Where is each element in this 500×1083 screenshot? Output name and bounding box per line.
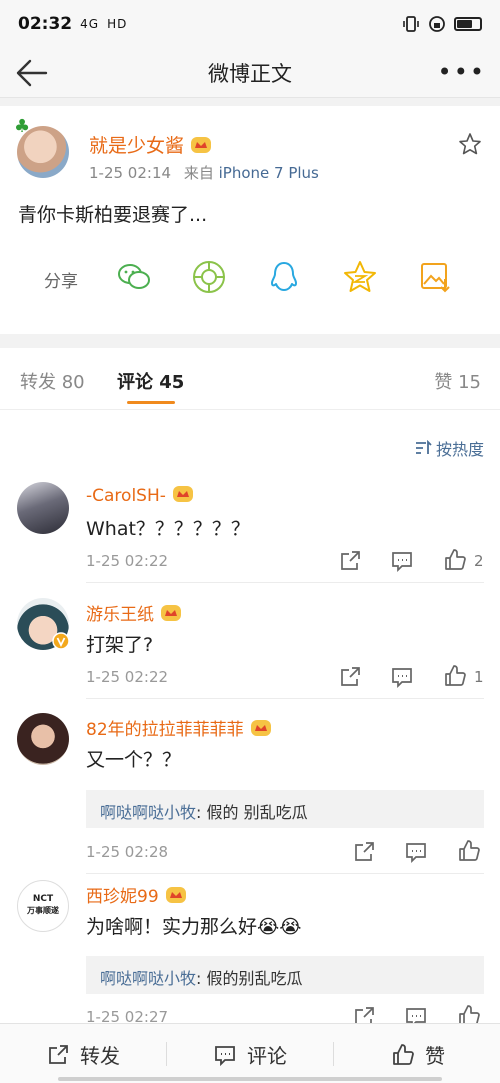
more-icon[interactable]: ••• [438,58,486,86]
vip-crown-icon [165,887,186,903]
comment-time: 1-25 02:22 [86,552,169,570]
like-icon[interactable] [457,839,481,863]
save-image-icon[interactable] [417,259,453,295]
share-row: 分享 [0,259,500,299]
vibrate-icon [403,16,419,32]
verified-badge-icon [52,632,70,650]
commenter-name[interactable]: -CarolSH- [86,484,194,506]
post-meta: 1-25 02:14 来自 iPhone 7 Plus [89,162,319,183]
source-prefix: 来自 [183,164,214,182]
sort-by-hot-button[interactable]: 按热度 [414,436,484,460]
vip-crown-icon [250,720,271,736]
like-icon[interactable] [443,548,467,572]
like-count: 1 [474,668,484,686]
commenter-name[interactable]: 82年的拉拉菲菲菲菲 [86,715,272,740]
post-text: 青你卡斯柏要退赛了... [18,204,208,226]
comment-label: 评论 [247,1044,287,1068]
reply-author[interactable]: 啊哒啊哒小牧 [100,803,196,822]
comment-list: 按热度 -CarolSH- What？？？？？？ 1-25 02:22 2 游乐… [0,410,500,1023]
divider [86,582,484,583]
comment-time: 1-25 02:28 [86,843,169,861]
commenter-avatar[interactable]: NCT 万事顺遂 [17,880,69,932]
page-title: 微博正文 [208,61,292,86]
back-arrow-icon[interactable] [12,54,52,92]
like-icon [393,1043,414,1065]
comment-icon [215,1045,235,1066]
vip-crown-icon [161,605,181,621]
reply-icon[interactable] [404,840,428,864]
home-indicator[interactable] [58,1077,442,1081]
forward-icon[interactable] [338,665,362,689]
like-label: 赞 [425,1044,445,1068]
tab-repost[interactable]: 转发 80 [20,368,85,394]
divider [86,698,484,699]
divider [166,1042,167,1066]
commenter-avatar[interactable] [17,482,69,534]
post-author[interactable]: 就是少女酱 [89,131,212,158]
wechat-icon[interactable] [116,259,152,295]
favorite-star-icon[interactable] [458,132,482,156]
post-time: 1-25 02:14 [89,164,172,182]
wifi-icon: HD [107,17,128,31]
avatar-text-top: NCT [32,894,54,904]
commenter-name[interactable]: 西珍妮99 [86,882,187,907]
like-icon[interactable] [457,1004,481,1023]
like-icon[interactable] [443,664,467,688]
sort-label: 按热度 [435,440,484,459]
tab-active-indicator [127,401,175,404]
comment-text: What？？？？？？ [86,518,250,540]
qq-icon[interactable] [266,259,302,295]
nav-bar: 微博正文 ••• [0,48,500,98]
commenter-avatar[interactable] [17,713,69,765]
tab-likes[interactable]: 赞 15 [434,368,481,394]
qzone-icon[interactable] [342,259,378,295]
forward-icon[interactable] [352,840,376,864]
reply-author[interactable]: 啊哒啊哒小牧 [100,969,196,988]
sort-icon [415,440,432,454]
battery-icon [454,17,482,31]
clover-badge-icon: ♣ [14,116,31,137]
comment-text: 打架了? [86,634,154,656]
moments-icon[interactable] [191,259,227,295]
comment-text: 为啥啊！实力那么好😭😭 [86,916,302,938]
reply-text: : 假的 别乱吃瓜 [196,803,308,822]
avatar-text-bottom: 万事顺遂 [27,906,59,915]
forward-icon[interactable] [352,1005,376,1023]
reply-preview[interactable]: 啊哒啊哒小牧: 假的别乱吃瓜 [86,956,484,994]
post-source[interactable]: iPhone 7 Plus [219,164,319,182]
divider [333,1042,334,1066]
share-label: 分享 [44,272,78,292]
vip-crown-icon [191,137,212,153]
reply-icon[interactable] [390,665,414,689]
comment-time: 1-25 02:22 [86,668,169,686]
status-bar: 02:32 4G HD [0,0,500,48]
forward-icon[interactable] [338,549,362,573]
repost-label: 转发 [80,1044,120,1068]
comment-button[interactable]: 评论 [213,1040,287,1069]
tab-comments[interactable]: 评论 45 [117,368,184,394]
status-right [402,15,482,33]
like-count: 2 [474,552,484,570]
lock-rotation-icon [429,16,445,32]
signal-icon: 4G [80,17,100,31]
like-button[interactable]: 赞 [391,1040,445,1069]
bottom-action-bar: 转发 评论 赞 [0,1023,500,1083]
commenter-name[interactable]: 游乐王纸 [86,600,182,625]
reply-text: : 假的别乱吃瓜 [196,969,303,988]
divider [86,873,484,874]
comment-time: 1-25 02:27 [86,1008,169,1023]
status-time: 02:32 [18,14,73,34]
reply-icon[interactable] [404,1005,428,1023]
reply-icon[interactable] [390,549,414,573]
repost-icon [49,1044,68,1064]
reply-preview[interactable]: 啊哒啊哒小牧: 假的 别乱吃瓜 [86,790,484,828]
tab-bar: 转发 80 评论 45 赞 15 [0,348,500,410]
vip-crown-icon [172,486,193,502]
repost-button[interactable]: 转发 [46,1040,120,1069]
post-card: ♣ 就是少女酱 1-25 02:14 来自 iPhone 7 Plus 青你卡斯… [0,106,500,334]
comment-text: 又一个？？ [86,749,182,771]
